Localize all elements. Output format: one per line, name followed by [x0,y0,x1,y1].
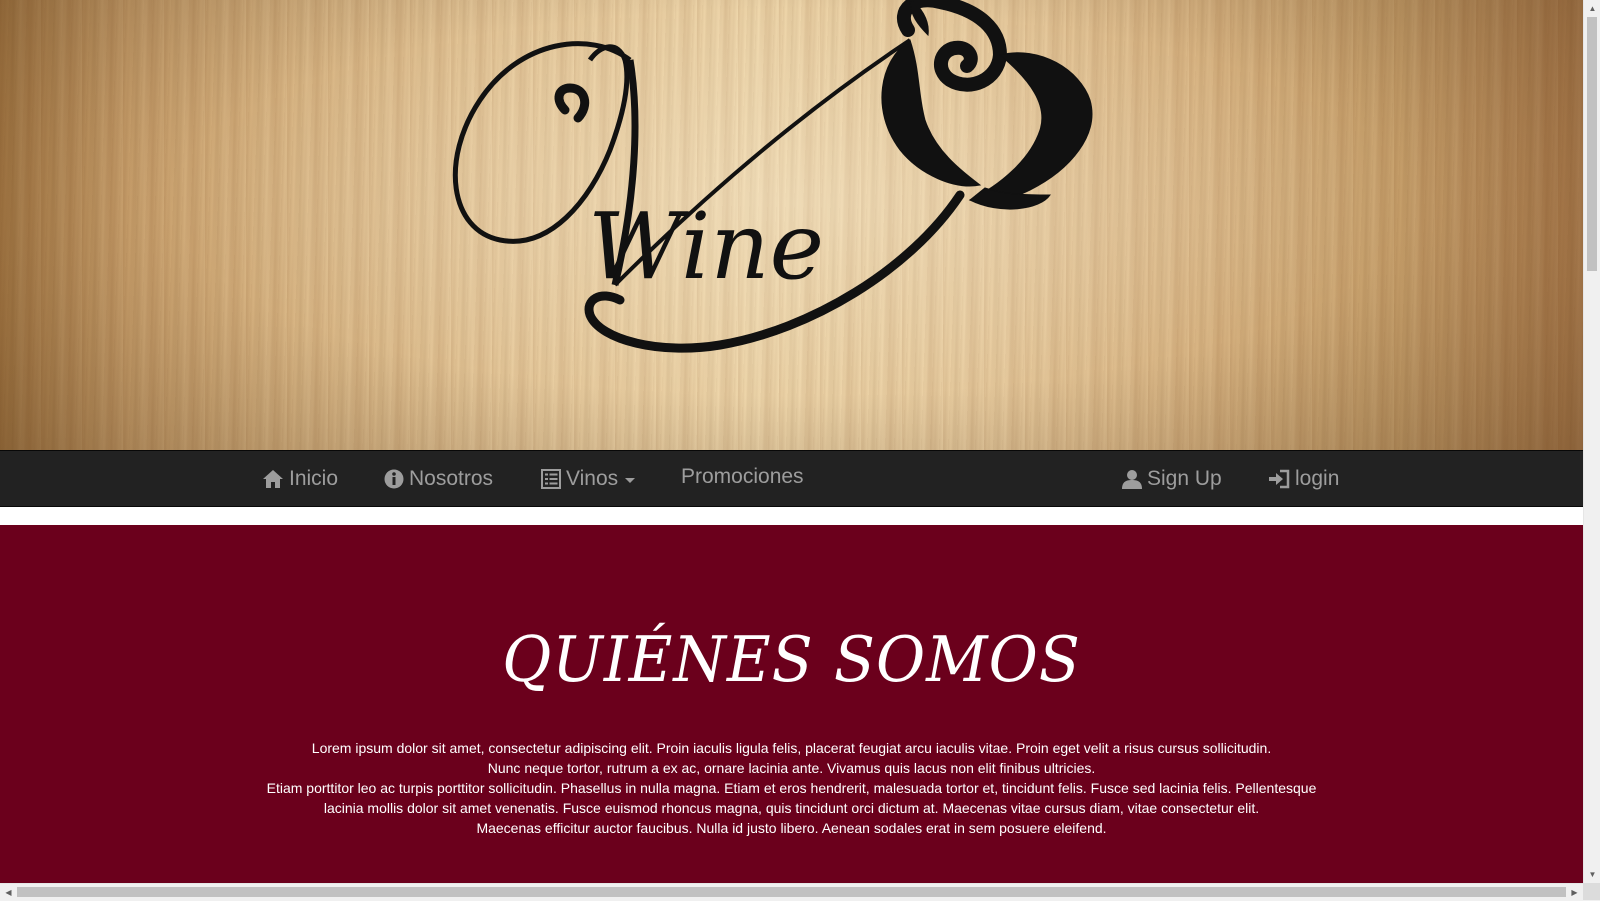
scroll-left-arrow-icon[interactable]: ◀ [0,884,17,901]
nav-vinos-dropdown[interactable]: Vinos [541,451,636,506]
nav-promociones-label: Promociones [681,464,804,488]
home-icon [263,469,283,488]
nav-vinos-label: Vinos [566,466,619,490]
scroll-up-arrow-icon[interactable]: ▲ [1584,0,1600,17]
logo-wordmark: Wine [588,193,824,300]
user-icon [1122,469,1142,489]
nav-inicio-label: Inicio [289,466,339,490]
list-alt-icon [541,468,561,489]
nav-login[interactable]: login [1268,451,1339,506]
nav-nosotros-label: Nosotros [409,466,494,490]
log-in-icon [1269,469,1290,488]
nav-nosotros[interactable]: Nosotros [384,451,493,506]
wine-rose-logo: Wine [452,0,1093,353]
about-title: QUIÉNES SOMOS [502,623,1081,697]
nav-sign-up-label: Sign Up [1147,466,1222,490]
nav-inicio[interactable]: Inicio [262,451,338,506]
nav-sign-up[interactable]: Sign Up [1122,451,1222,506]
about-body: Lorem ipsum dolor sit amet, consectetur … [260,738,1323,838]
nav-login-label: login [1295,466,1340,490]
vertical-scroll-thumb[interactable] [1587,17,1597,271]
about-line-2: Nunc neque tortor, rutrum a ex ac, ornar… [487,760,1096,776]
info-sign-icon [384,469,404,488]
hero-banner: Wine [0,0,1583,450]
scrollbar-corner [1583,883,1600,900]
horizontal-scroll-thumb[interactable] [17,887,1566,897]
about-line-1: Lorem ipsum dolor sit amet, consectetur … [311,740,1272,756]
caret-down-icon [625,478,636,483]
about-line-4: Maecenas efficitur auctor faucibus. Null… [476,820,1107,836]
horizontal-scrollbar[interactable]: ◀ ▶ [0,883,1583,901]
browser-viewport: Wine Inicio Nosotros Vinos Promociones S… [0,0,1583,883]
scroll-right-arrow-icon[interactable]: ▶ [1566,884,1583,901]
about-line-3: Etiam porttitor leo ac turpis porttitor … [266,780,1317,816]
about-section: QUIÉNES SOMOS Lorem ipsum dolor sit amet… [0,525,1583,883]
vertical-scrollbar[interactable]: ▲ ▼ [1583,0,1600,883]
nav-promociones[interactable]: Promociones [681,449,804,504]
scroll-down-arrow-icon[interactable]: ▼ [1584,866,1600,883]
main-navbar: Inicio Nosotros Vinos Promociones Sign U… [0,450,1583,507]
